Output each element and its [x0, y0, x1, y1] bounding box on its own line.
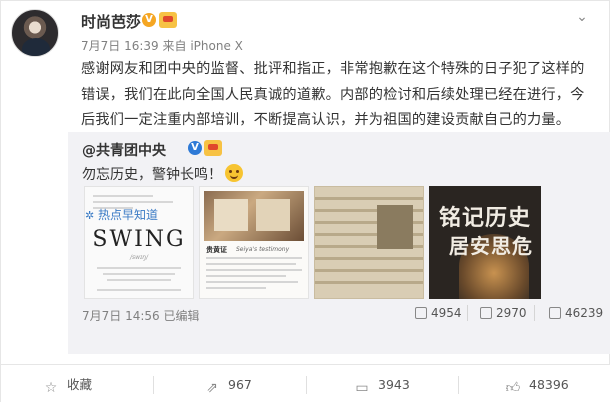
- repost-comment-count[interactable]: 2970: [480, 306, 527, 320]
- swing-headline: SWING: [92, 227, 186, 252]
- verified-icon: V: [142, 13, 156, 27]
- newsprint-band: [315, 269, 423, 272]
- repost-time[interactable]: 7月7日 14:56: [82, 309, 160, 323]
- repost-vip-crown-icon: [204, 140, 222, 156]
- sparkle-icon: ✲: [85, 209, 95, 222]
- forward-count: 967: [228, 377, 252, 392]
- star-icon: ☆: [44, 380, 58, 396]
- share-icon: ⇗: [206, 380, 218, 396]
- text-line: [206, 281, 298, 283]
- photo-caption: 贵黄证: [206, 246, 227, 254]
- post-time[interactable]: 7月7日 16:39: [81, 39, 159, 53]
- newspaper-headline-block: [377, 205, 413, 249]
- repost-meta: 7月7日 14:56 已编辑: [82, 307, 200, 324]
- favorite-button[interactable]: ☆ 收藏: [43, 365, 92, 402]
- hot-topic-label: 热点早知道: [98, 208, 159, 222]
- text-line: [97, 289, 181, 291]
- newsprint-band: [315, 257, 423, 260]
- calligraphy-line-2: 居安思危: [449, 234, 533, 258]
- forward-button[interactable]: ⇗ 967: [204, 365, 252, 402]
- newsprint-band: [315, 281, 423, 284]
- chevron-down-icon[interactable]: ⌄: [573, 9, 591, 27]
- action-bar: ☆ 收藏 ⇗ 967 ▭ 3943 👍︎ 48396: [1, 364, 610, 402]
- like-count: 48396: [529, 377, 569, 392]
- stat-divider: [467, 305, 468, 321]
- text-line: [93, 195, 153, 197]
- stat-divider: [534, 305, 535, 321]
- text-line: [206, 269, 302, 271]
- repost-text-body: 勿忘历史，警钟长鸣！: [82, 167, 222, 183]
- weibo-post-card: 时尚芭莎 V ⌄ 7月7日 16:39 来自 iPhone X 感谢网友和团中央…: [0, 0, 610, 402]
- photo-caption-sub: Seiya's testimony: [236, 246, 290, 253]
- comment-icon: [480, 307, 492, 319]
- repost-forward-value: 4954: [431, 306, 462, 320]
- repost-block[interactable]: @共青团中央 V 勿忘历史，警钟长鸣！ SWING /swɪŋ/ 贵黄证 Sei…: [68, 132, 610, 354]
- user-avatar[interactable]: [11, 9, 59, 57]
- action-divider: [306, 376, 307, 394]
- text-line: [107, 279, 171, 281]
- repost-forward-count[interactable]: 4954: [415, 306, 462, 320]
- calligraphy-line-1: 铭记历史: [439, 205, 532, 231]
- thumbnail-old-newspaper[interactable]: [314, 186, 424, 299]
- text-line: [206, 263, 296, 265]
- newsprint-band: [315, 197, 423, 200]
- post-source: iPhone X: [190, 39, 243, 53]
- action-divider: [153, 376, 154, 394]
- swing-subline: /swɪŋ/: [129, 254, 149, 261]
- historical-photo: [204, 191, 304, 241]
- thumbnail-swing-article[interactable]: SWING /swɪŋ/: [84, 186, 194, 299]
- thumbnail-historical-photo[interactable]: 贵黄证 Seiya's testimony: [199, 186, 309, 299]
- repost-username[interactable]: @共青团中央: [82, 140, 166, 160]
- repost-edited: 已编辑: [163, 309, 200, 323]
- thumbs-up-icon: [549, 307, 561, 319]
- post-meta: 7月7日 16:39 来自 iPhone X: [81, 37, 243, 54]
- hot-topic-link[interactable]: ✲ 热点早知道: [85, 206, 158, 223]
- forward-icon: [415, 307, 427, 319]
- post-text: 感谢网友和团中央的监督、批评和指正，非常抱歉在这个特殊的日子犯了这样的错误，我们…: [81, 61, 585, 128]
- action-divider: [458, 376, 459, 394]
- post-source-prefix: 来自: [162, 39, 187, 53]
- text-line: [206, 287, 266, 289]
- text-line: [97, 267, 181, 269]
- repost-text: 勿忘历史，警钟长鸣！: [82, 164, 243, 184]
- thumbnail-memorial-calligraphy[interactable]: 铭记历史 居安思危: [429, 186, 541, 299]
- post-username[interactable]: 时尚芭莎: [81, 11, 141, 32]
- repost-comment-value: 2970: [496, 306, 527, 320]
- vip-crown-icon: [159, 12, 177, 28]
- comment-icon: ▭: [355, 380, 369, 396]
- comment-button[interactable]: ▭ 3943: [354, 365, 410, 402]
- thumbs-up-icon: 👍︎: [505, 380, 521, 396]
- smile-emoji-icon: [225, 164, 243, 182]
- comment-count: 3943: [378, 377, 410, 392]
- repost-like-count[interactable]: 46239: [549, 306, 603, 320]
- favorite-label: 收藏: [67, 377, 93, 392]
- text-line: [206, 275, 286, 277]
- text-line: [103, 273, 175, 275]
- repost-verified-icon: V: [188, 141, 202, 155]
- like-button[interactable]: 👍︎ 48396: [505, 365, 569, 402]
- repost-like-value: 46239: [565, 306, 604, 320]
- text-line: [206, 257, 302, 259]
- text-line: [93, 201, 173, 203]
